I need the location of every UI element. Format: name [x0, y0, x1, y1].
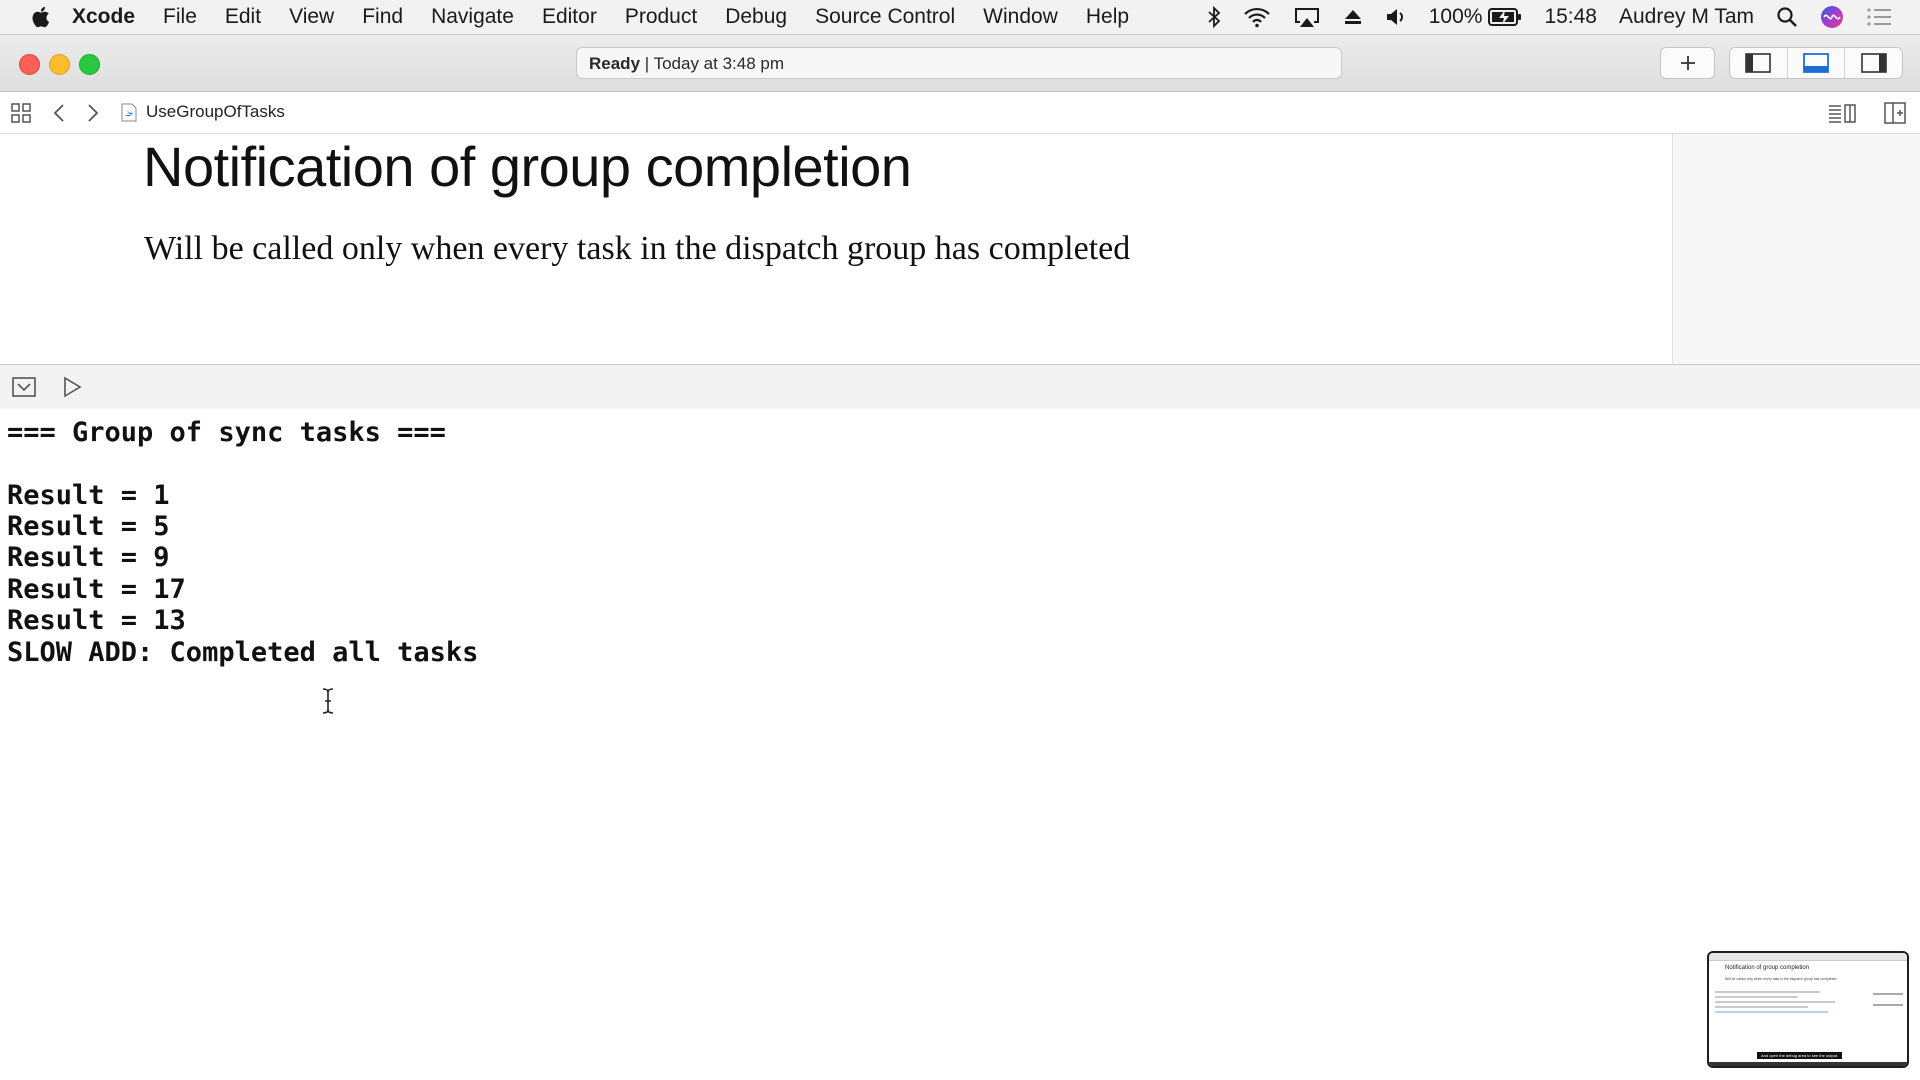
thumbnail-title: Notification of group completion	[1725, 965, 1810, 971]
menu-view[interactable]: View	[289, 5, 334, 29]
thumbnail-results	[1873, 993, 1903, 1015]
menu-find[interactable]: Find	[362, 5, 403, 29]
add-editor-icon[interactable]	[1884, 102, 1906, 124]
bottom-panel-icon	[1803, 53, 1829, 73]
activity-viewer: Ready | Today at 3:48 pm	[576, 47, 1342, 79]
battery-percent: 100%	[1428, 5, 1483, 28]
menu-editor[interactable]: Editor	[542, 5, 597, 29]
wifi-icon[interactable]	[1243, 6, 1271, 28]
menu-navigate[interactable]: Navigate	[431, 5, 514, 29]
jump-bar: UseGroupOfTasks	[0, 92, 1920, 134]
eject-icon[interactable]	[1343, 7, 1363, 27]
activity-separator: |	[640, 54, 654, 73]
thumbnail-subtitle: Will be called only when every task in t…	[1725, 977, 1837, 981]
close-window-button[interactable]	[19, 54, 40, 75]
back-chevron-icon[interactable]	[52, 102, 66, 124]
navigator-toggle-button[interactable]	[1730, 48, 1788, 78]
thumbnail-code-lines	[1715, 991, 1865, 1021]
plus-icon	[1680, 56, 1695, 70]
library-add-button[interactable]	[1660, 47, 1715, 79]
activity-status: Ready	[589, 54, 641, 73]
console-output[interactable]: === Group of sync tasks === Result = 1 R…	[0, 409, 1920, 1080]
thumbnail-bottom-bar	[1709, 1062, 1907, 1066]
console-line: Result = 17	[7, 574, 186, 605]
siri-icon[interactable]	[1820, 5, 1844, 29]
status-menus: 100% 15:48 Audrey M Tam	[1185, 0, 1920, 34]
menu-edit[interactable]: Edit	[225, 5, 261, 29]
playground-editor[interactable]: Notification of group completion Will be…	[0, 134, 1672, 364]
panel-toggle-group	[1729, 47, 1903, 79]
console-line: SLOW ADD: Completed all tasks	[7, 637, 479, 668]
console-line: Result = 5	[7, 511, 170, 542]
console-line: Result = 9	[7, 542, 170, 573]
left-panel-icon	[1745, 53, 1772, 73]
thumbnail-menubar	[1709, 953, 1907, 961]
menu-help[interactable]: Help	[1086, 5, 1129, 29]
volume-icon[interactable]	[1385, 7, 1407, 27]
console-line: === Group of sync tasks ===	[7, 417, 446, 448]
apple-icon[interactable]	[30, 5, 50, 29]
user-name[interactable]: Audrey M Tam	[1619, 5, 1754, 29]
video-thumbnail-preview[interactable]: Notification of group completion Will be…	[1707, 951, 1909, 1068]
bluetooth-icon[interactable]	[1207, 6, 1221, 28]
activity-detail: Today at 3:48 pm	[653, 54, 785, 73]
menu-file[interactable]: File	[163, 5, 197, 29]
minimize-window-button[interactable]	[49, 54, 70, 75]
text-cursor-icon	[322, 688, 334, 714]
console-line: Result = 1	[7, 480, 170, 511]
battery-charging-icon[interactable]	[1488, 7, 1522, 27]
breadcrumb-file[interactable]: UseGroupOfTasks	[121, 102, 285, 122]
airplay-icon[interactable]	[1293, 6, 1321, 28]
markup-paragraph: Will be called only when every task in t…	[144, 230, 1131, 267]
window-toolbar: Ready | Today at 3:48 pm	[0, 35, 1920, 92]
clock[interactable]: 15:48	[1544, 5, 1597, 29]
hide-debug-area-icon[interactable]	[12, 376, 36, 398]
menu-bar: Xcode File Edit View Find Navigate Edito…	[0, 0, 1920, 35]
spotlight-search-icon[interactable]	[1776, 6, 1798, 28]
related-items-grid-icon[interactable]	[10, 102, 32, 124]
menu-source-control[interactable]: Source Control	[815, 5, 955, 29]
notification-center-icon[interactable]	[1866, 7, 1892, 27]
playground-file-icon	[121, 103, 137, 121]
breadcrumb-file-name: UseGroupOfTasks	[146, 102, 285, 121]
forward-chevron-icon[interactable]	[86, 102, 100, 124]
zoom-window-button[interactable]	[79, 54, 100, 75]
right-panel-icon	[1860, 53, 1887, 73]
menu-window[interactable]: Window	[983, 5, 1058, 29]
debug-bar	[0, 364, 1920, 410]
console-line: Result = 13	[7, 605, 186, 636]
menu-debug[interactable]: Debug	[725, 5, 787, 29]
editor-options-icon[interactable]	[1828, 102, 1856, 124]
thumbnail-caption: And open the debug area to see the outpu…	[1757, 1052, 1843, 1059]
menu-app-xcode[interactable]: Xcode	[72, 5, 135, 29]
inspector-toggle-button[interactable]	[1845, 48, 1902, 78]
results-sidebar	[1672, 134, 1920, 364]
debug-area-toggle-button[interactable]	[1788, 48, 1846, 78]
run-playground-icon[interactable]	[62, 376, 82, 398]
markup-heading: Notification of group completion	[143, 135, 912, 198]
menu-product[interactable]: Product	[625, 5, 697, 29]
